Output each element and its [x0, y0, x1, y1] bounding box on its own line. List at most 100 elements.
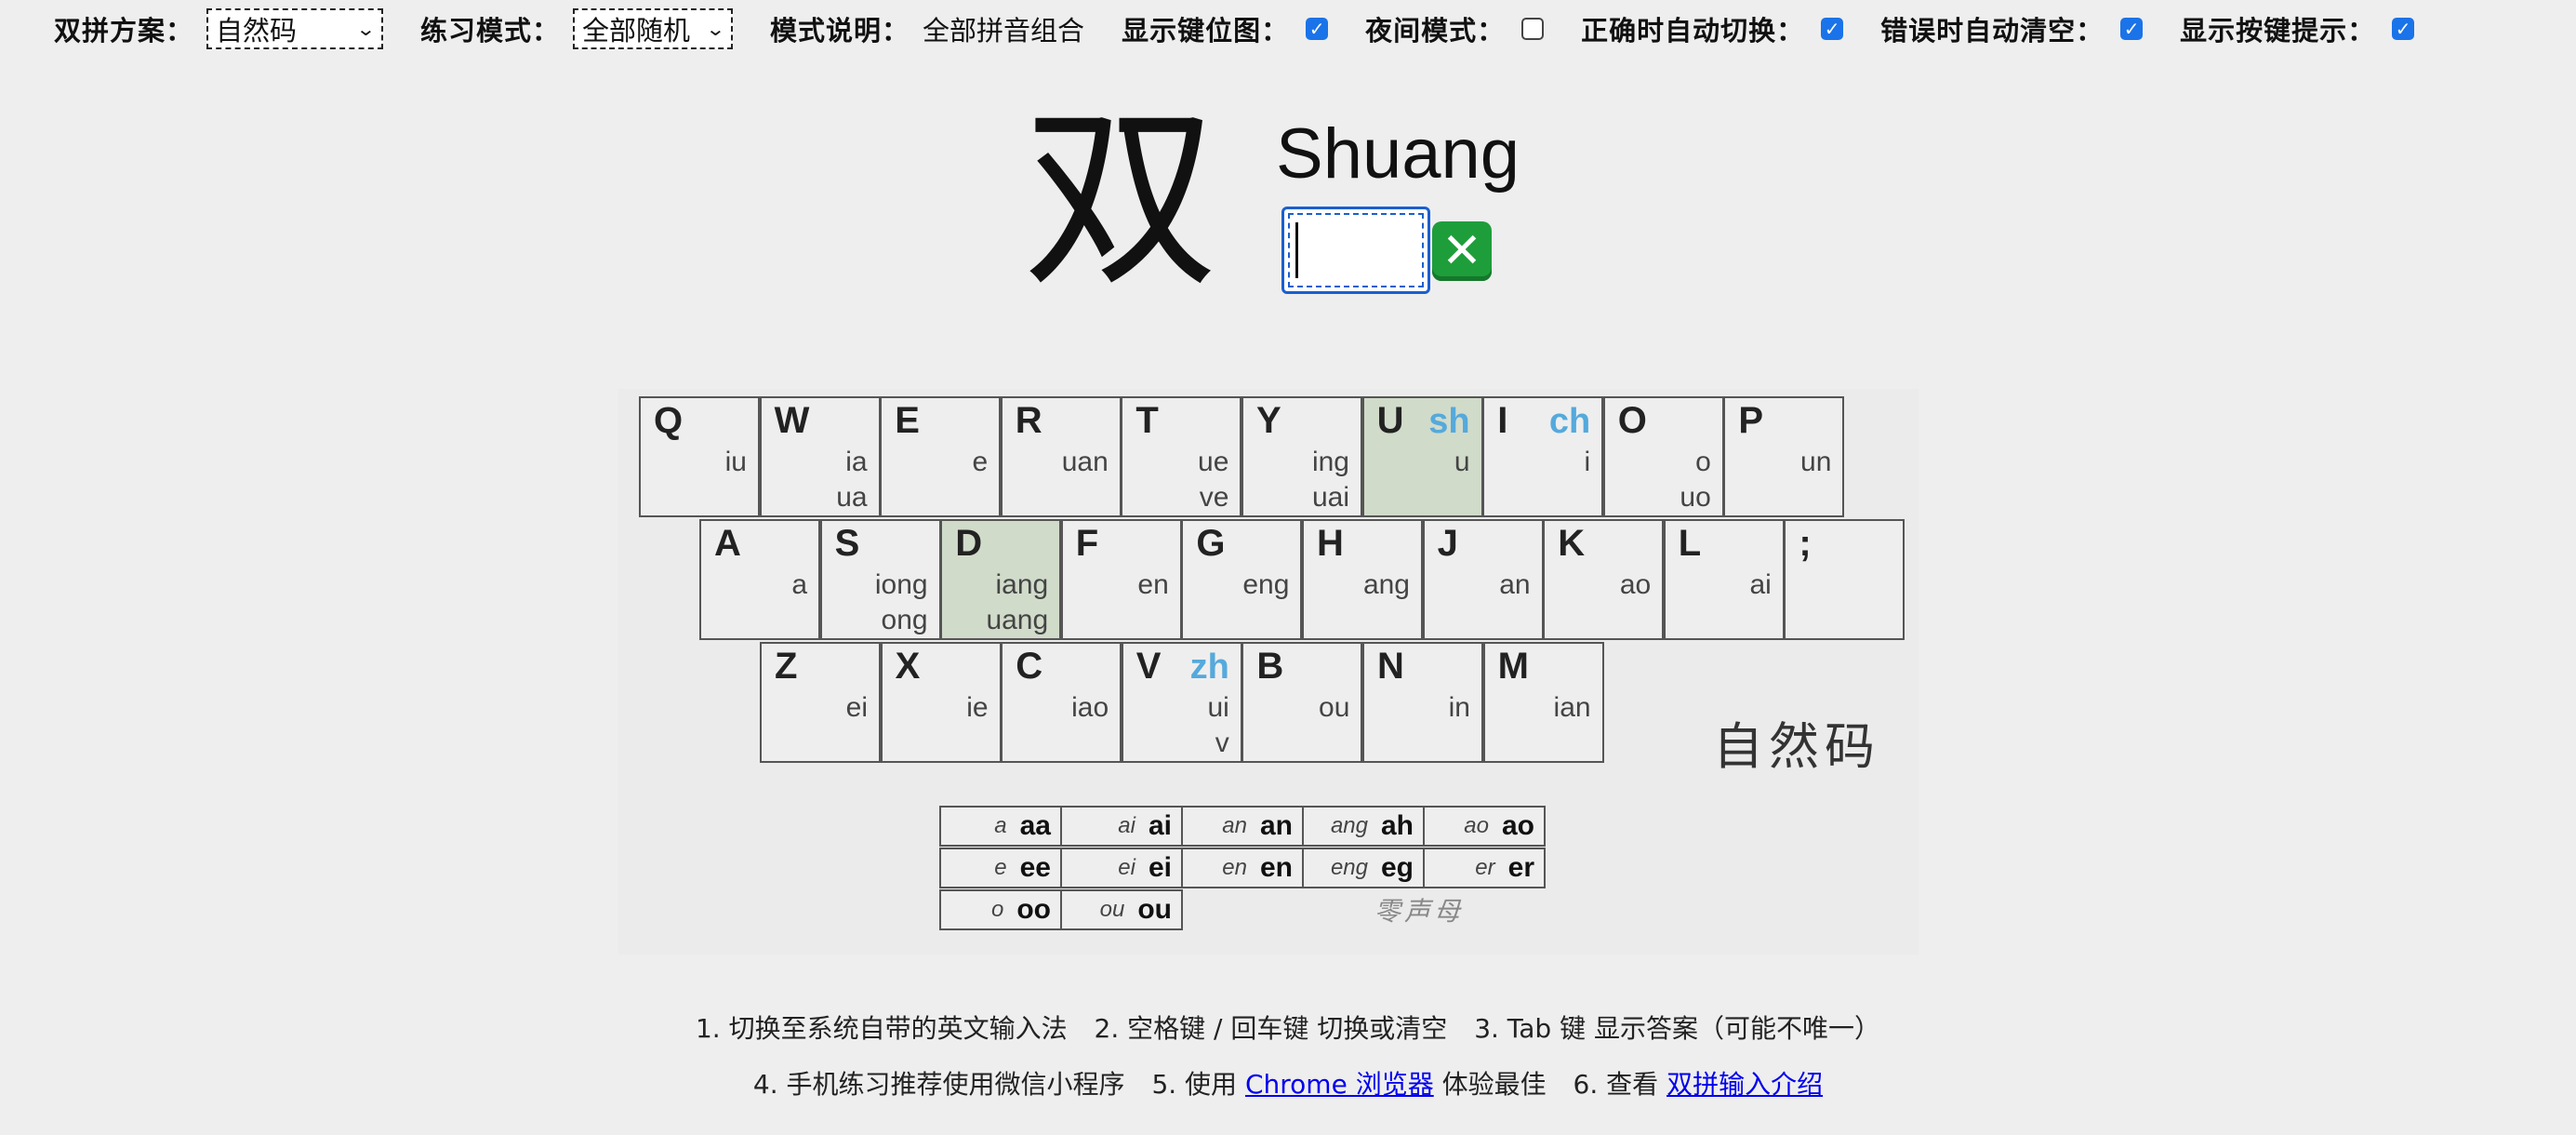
description-setting: 模式说明： 全部拼音组合: [770, 9, 1084, 48]
key-q: Qiu: [639, 396, 760, 517]
zero-initial-example: ou: [1099, 897, 1125, 922]
show-hint-checkbox[interactable]: [2392, 18, 2415, 40]
key-letter: D: [955, 523, 983, 564]
zero-initial-example: ai: [1118, 813, 1135, 838]
key-k: Kao: [1543, 519, 1665, 640]
mode-select-value: 全部随机: [582, 15, 691, 47]
key-letter: K: [1558, 523, 1586, 564]
key-letter: ;: [1799, 523, 1812, 564]
night-mode-checkbox[interactable]: [1521, 18, 1545, 40]
answer-input[interactable]: [1281, 207, 1430, 294]
zero-initial-example: er: [1475, 855, 1495, 880]
key-y: Ying uai: [1242, 396, 1362, 517]
key-letter: J: [1437, 523, 1458, 564]
key-final: ing: [1311, 447, 1349, 477]
key-letter: H: [1317, 523, 1344, 564]
key-letter: P: [1738, 400, 1764, 441]
mode-label: 练习模式：: [420, 15, 561, 47]
footer-tips-line-1: 1. 切换至系统自带的英文输入法 2. 空格键 / 回车键 切换或清空 3. T…: [0, 1008, 2576, 1046]
zero-initial-example: ang: [1330, 813, 1368, 838]
chrome-browser-link[interactable]: Chrome 浏览器: [1245, 1069, 1434, 1100]
key-z: Zei: [760, 642, 881, 763]
key-final: v: [1215, 728, 1229, 758]
key-final: uai: [1311, 482, 1349, 513]
footer-tips-line-2: 4. 手机练习推荐使用微信小程序 5. 使用 Chrome 浏览器 体验最佳 6…: [0, 1064, 2576, 1102]
key-u: Ush u: [1361, 396, 1483, 517]
key-letter: U: [1376, 400, 1404, 441]
auto-next-label: 正确时自动切换：: [1581, 15, 1805, 47]
key-final: ai: [1749, 569, 1772, 600]
key-h: Hang: [1302, 519, 1423, 640]
key-final: ao: [1619, 569, 1652, 600]
key-semicolon: ;: [1784, 519, 1905, 640]
key-final: ui: [1207, 692, 1229, 723]
key-letter: Q: [654, 400, 684, 441]
zero-initial-example: ao: [1464, 813, 1489, 838]
key-final: iao: [1071, 692, 1109, 723]
zero-initial-cell: ei ei: [1060, 848, 1183, 888]
key-x: Xie: [880, 642, 1002, 763]
zero-initial-code: ou: [1137, 894, 1172, 925]
key-letter: F: [1075, 523, 1099, 564]
zero-initial-code: ai: [1148, 810, 1172, 841]
key-g: Geng: [1181, 519, 1303, 640]
key-final: ve: [1199, 482, 1229, 513]
tip-2: 2. 空格键 / 回车键 切换或清空: [1094, 1013, 1448, 1044]
key-final: un: [1800, 447, 1832, 477]
key-e: Ee: [880, 396, 1002, 517]
key-c: Ciao: [1001, 642, 1122, 763]
key-r: Ruan: [1000, 396, 1122, 517]
zero-initial-example: ei: [1118, 855, 1135, 880]
zero-initial-cell: eng eg: [1302, 848, 1425, 888]
key-final: o: [1695, 447, 1711, 477]
show-keymap-label: 显示键位图：: [1122, 15, 1290, 47]
zero-initial-code: er: [1507, 852, 1534, 883]
keyboard-scheme-name: 自然码: [1713, 717, 1880, 776]
scheme-select[interactable]: 自然码 ⌄: [206, 8, 384, 49]
key-t: Tue ve: [1121, 396, 1242, 517]
key-j: Jan: [1422, 519, 1544, 640]
zero-initial-code: ao: [1501, 810, 1534, 841]
auto-clear-checkbox[interactable]: [2120, 18, 2144, 40]
zero-initial-cell: a aa: [939, 806, 1062, 847]
auto-next-setting: 正确时自动切换：: [1581, 9, 1844, 48]
zero-initial-code: en: [1259, 852, 1293, 883]
key-i: Ich i: [1482, 396, 1604, 517]
chevron-down-icon: ⌄: [355, 18, 377, 40]
auto-next-checkbox[interactable]: [1821, 18, 1844, 40]
key-final: ian: [1553, 692, 1591, 723]
key-final: uo: [1680, 482, 1711, 513]
key-final: iong: [874, 569, 928, 600]
zero-initial-example: an: [1222, 813, 1247, 838]
key-final: ue: [1198, 447, 1229, 477]
key-final: uang: [986, 605, 1049, 635]
key-a: Aa: [699, 519, 820, 640]
key-d: Diang uang: [940, 519, 1062, 640]
zero-initial-example: o: [990, 897, 1004, 922]
key-letter: R: [1015, 400, 1042, 441]
key-final: u: [1454, 447, 1470, 477]
cross-mark-icon: ✕: [1432, 221, 1492, 281]
zero-initial-cell: e ee: [939, 848, 1062, 888]
key-final: i: [1584, 447, 1591, 477]
zero-initial-code: oo: [1016, 894, 1051, 925]
zero-initial-code: aa: [1019, 810, 1051, 841]
zero-initial-code: ah: [1380, 810, 1414, 841]
key-letter: L: [1678, 523, 1702, 564]
scheme-setting: 双拼方案： 自然码 ⌄: [54, 8, 384, 49]
key-m: Mian: [1482, 642, 1604, 763]
zero-initial-code: ee: [1019, 852, 1051, 883]
show-keymap-checkbox[interactable]: [1306, 18, 1329, 40]
shuangpin-intro-link[interactable]: 双拼输入介绍: [1666, 1069, 1823, 1100]
key-letter: S: [834, 523, 860, 564]
key-final: ie: [966, 692, 989, 723]
chevron-down-icon: ⌄: [705, 18, 726, 40]
key-w: Wia ua: [759, 396, 881, 517]
key-final: eng: [1242, 569, 1290, 600]
key-final: iu: [724, 447, 747, 477]
key-letter: E: [895, 400, 920, 441]
show-keymap-setting: 显示键位图：: [1122, 9, 1329, 48]
key-letter: B: [1256, 646, 1284, 687]
mode-select[interactable]: 全部随机 ⌄: [573, 8, 734, 49]
night-mode-setting: 夜间模式：: [1365, 9, 1545, 48]
